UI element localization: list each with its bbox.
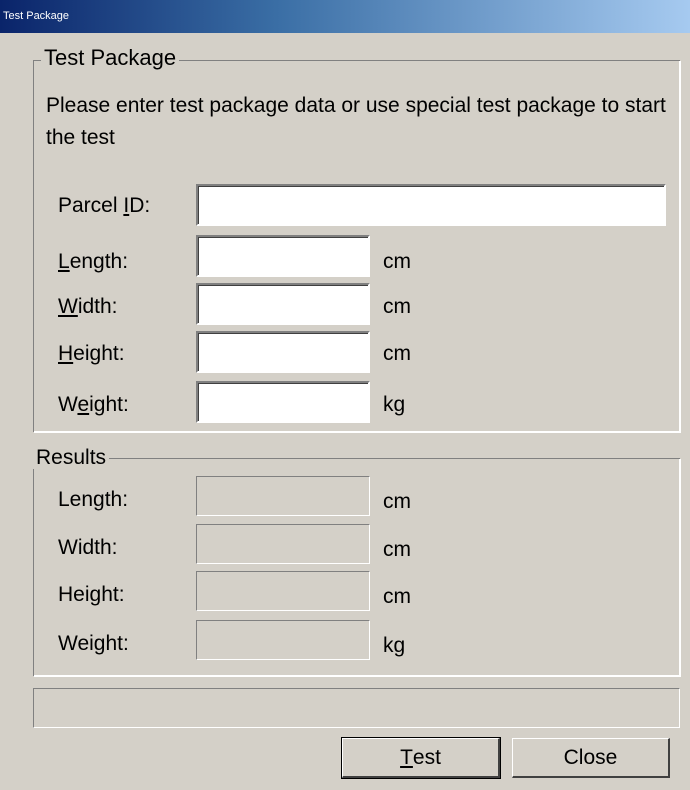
weight-unit: kg xyxy=(383,393,406,416)
result-weight-unit: kg xyxy=(383,634,406,657)
width-unit: cm xyxy=(383,295,411,318)
close-button-label: Close xyxy=(563,745,618,769)
result-height-unit: cm xyxy=(383,585,411,608)
title-bar[interactable]: Test Package xyxy=(0,0,690,33)
width-input[interactable] xyxy=(196,283,370,325)
height-label: Height: xyxy=(58,342,125,365)
result-width-unit: cm xyxy=(383,538,411,561)
result-weight-label: Weight: xyxy=(58,632,129,655)
window-title: Test Package xyxy=(3,10,70,22)
weight-input[interactable] xyxy=(196,381,370,423)
test-button-mnemonic: T xyxy=(400,745,413,769)
result-height-label: Height: xyxy=(58,583,125,606)
weight-label: Weight: xyxy=(58,393,129,416)
result-length-value xyxy=(196,476,370,516)
intro-text: Please enter test package data or use sp… xyxy=(46,94,666,149)
height-input[interactable] xyxy=(196,331,370,373)
parcel-id-input[interactable] xyxy=(196,184,666,226)
result-length-label: Length: xyxy=(58,488,129,511)
close-button[interactable]: Close xyxy=(512,738,670,778)
height-unit: cm xyxy=(383,342,411,365)
status-bar xyxy=(33,688,680,728)
parcel-id-label: Parcel ID: xyxy=(58,194,151,217)
result-length-unit: cm xyxy=(383,490,411,513)
length-label: Length: xyxy=(58,250,129,273)
width-label: Width: xyxy=(58,295,118,318)
result-height-value xyxy=(196,571,370,611)
test-package-legend: Test Package xyxy=(41,47,180,69)
results-legend: Results xyxy=(33,447,110,469)
result-width-label: Width: xyxy=(58,536,118,559)
test-button[interactable]: Test xyxy=(341,737,501,779)
result-width-value xyxy=(196,524,370,564)
test-button-label: est xyxy=(412,745,441,769)
result-weight-value xyxy=(196,620,370,660)
length-unit: cm xyxy=(383,250,411,273)
length-input[interactable] xyxy=(196,235,370,277)
